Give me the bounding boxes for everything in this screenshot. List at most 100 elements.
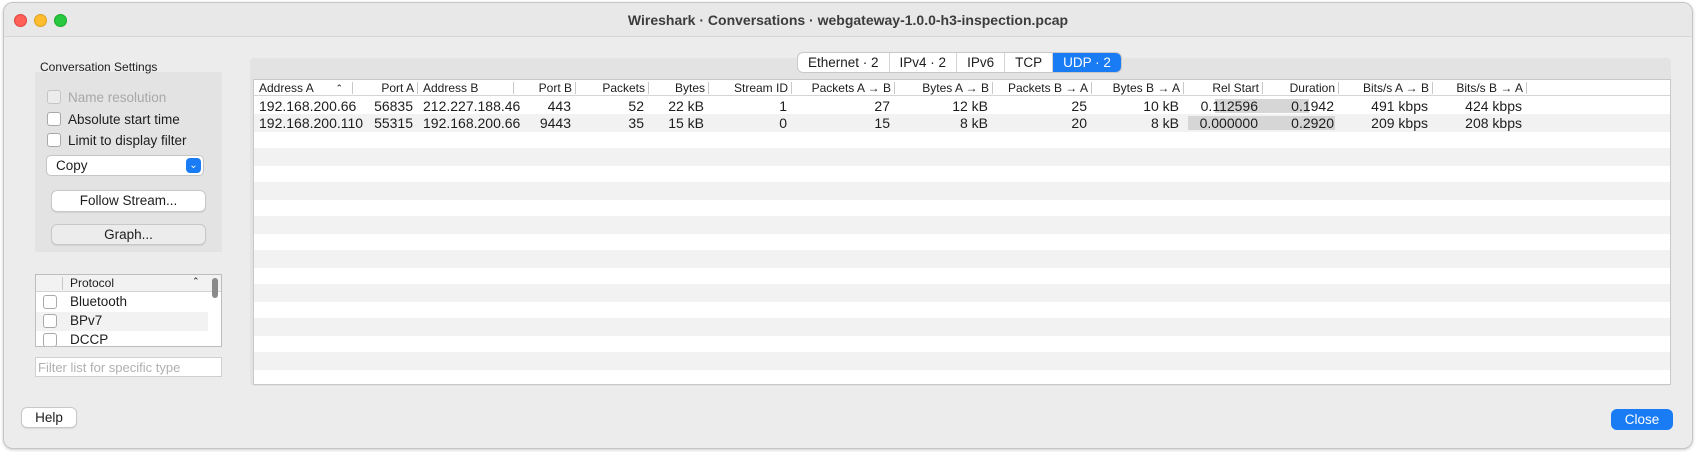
column-header-bits-per-sec-a-b[interactable]: Bits/s A → B <box>1339 80 1433 96</box>
table-row[interactable]: 192.168.200.110 55315 192.168.200.66 9443 35… <box>254 114 1670 132</box>
column-header-label: Bytes A → B <box>922 81 989 95</box>
table-row[interactable]: 192.168.200.66 56835 212.227.188.46 443 52 22… <box>254 97 1670 115</box>
column-divider <box>1526 82 1527 94</box>
limit-to-display-filter-option[interactable]: Limit to display filter <box>47 131 187 149</box>
protocol-checkbox[interactable] <box>43 295 57 309</box>
empty-row <box>254 233 1670 251</box>
column-header-port-b[interactable]: Port B <box>514 80 576 96</box>
column-header-address-b[interactable]: Address B <box>418 80 514 96</box>
protocol-list-header[interactable]: Protocol ⌃ <box>36 275 221 292</box>
cell-port-b: 443 <box>547 98 571 114</box>
close-button[interactable]: Close <box>1611 409 1673 430</box>
column-header-stream-id[interactable]: Stream ID <box>709 80 792 96</box>
cell-port-b: 9443 <box>539 115 571 131</box>
tab-udp[interactable]: UDP · 2 <box>1053 53 1121 72</box>
empty-row <box>254 352 1670 370</box>
cell-stream-id: 1 <box>779 98 787 114</box>
cell-bits-per-sec-b-a: 208 kbps <box>1465 115 1522 131</box>
cell-packets-a-b: 15 <box>874 115 890 131</box>
column-header-packets-b-a[interactable]: Packets B → A <box>993 80 1092 96</box>
column-header-label: Port B <box>538 81 572 95</box>
protocol-label: Bluetooth <box>70 294 128 309</box>
sort-ascending-icon: ⌃ <box>192 276 200 286</box>
protocol-checkbox[interactable] <box>43 314 57 328</box>
cell-rel-start: 0.112596 <box>1200 98 1258 114</box>
empty-row <box>254 335 1670 353</box>
cell-port-a: 55315 <box>374 115 413 131</box>
cell-address-a: 192.168.200.66 <box>259 98 357 114</box>
cell-packets-b-a: 25 <box>1071 98 1087 114</box>
cell-bytes-a-b: 8 kB <box>959 115 988 131</box>
tab-ethernet[interactable]: Ethernet · 2 <box>798 53 890 72</box>
cell-rel-start: 0.000000 <box>1199 115 1258 131</box>
tab-ipv6[interactable]: IPv6 <box>957 53 1006 72</box>
help-button[interactable]: Help <box>21 407 77 428</box>
protocol-item-dccp[interactable]: DCCP <box>36 331 208 346</box>
absolute-start-time-option[interactable]: Absolute start time <box>47 110 180 128</box>
column-header-bytes[interactable]: Bytes <box>649 80 709 96</box>
protocol-item-bluetooth[interactable]: Bluetooth <box>36 293 208 312</box>
empty-row <box>254 165 1670 183</box>
protocol-column-label: Protocol <box>70 276 115 290</box>
empty-row <box>254 250 1670 268</box>
empty-row <box>254 301 1670 319</box>
cell-bytes-b-a: 10 kB <box>1143 98 1179 114</box>
empty-row <box>254 216 1670 234</box>
column-header-label: Packets A → B <box>811 81 891 95</box>
follow-stream-button[interactable]: Follow Stream... <box>51 190 206 212</box>
cell-duration: 0.1942 <box>1291 98 1334 114</box>
protocol-list: Protocol ⌃ Bluetooth BPv7 DCCP <box>35 274 222 347</box>
name-resolution-label: Name resolution <box>68 89 167 105</box>
protocol-list-scrollbar[interactable] <box>212 278 218 298</box>
empty-row <box>254 318 1670 336</box>
column-header-rel-start[interactable]: Rel Start <box>1184 80 1263 96</box>
column-header-label: Bits/s B → A <box>1456 81 1523 95</box>
cell-address-a: 192.168.200.110 <box>259 115 364 131</box>
column-header-label: Bits/s A → B <box>1362 81 1429 95</box>
name-resolution-option: Name resolution <box>47 88 166 106</box>
cell-bits-per-sec-a-b: 491 kbps <box>1371 98 1428 114</box>
name-resolution-checkbox <box>47 90 61 104</box>
graph-button[interactable]: Graph... <box>51 224 206 245</box>
tab-ipv4[interactable]: IPv4 · 2 <box>890 53 958 72</box>
protocol-label: BPv7 <box>70 313 103 328</box>
column-header-bytes-b-a[interactable]: Bytes B → A <box>1092 80 1184 96</box>
protocol-checkbox[interactable] <box>43 333 57 346</box>
column-header-label: Packets B → A <box>1007 81 1088 95</box>
cell-stream-id: 0 <box>779 115 787 131</box>
protocol-filter-input[interactable] <box>35 357 222 377</box>
column-header-port-a[interactable]: Port A <box>353 80 418 96</box>
cell-address-b: 212.227.188.46 <box>423 98 521 114</box>
column-header-address-a[interactable]: Address A ⌃ <box>254 80 353 96</box>
cell-bytes-b-a: 8 kB <box>1150 115 1179 131</box>
sort-ascending-icon: ⌃ <box>335 83 343 93</box>
empty-row <box>254 199 1670 217</box>
conversations-table: Address A ⌃ Port A Address B Port B Packets By… <box>253 79 1671 385</box>
column-header-packets[interactable]: Packets <box>576 80 649 96</box>
column-header-packets-a-b[interactable]: Packets A → B <box>792 80 895 96</box>
copy-select-value: Copy <box>56 158 88 173</box>
column-header-label: Stream ID <box>733 81 788 95</box>
cell-bytes-a-b: 12 kB <box>952 98 988 114</box>
column-header-label: Bytes B → A <box>1112 81 1180 95</box>
column-header-bytes-a-b[interactable]: Bytes A → B <box>895 80 993 96</box>
cell-address-b: 192.168.200.66 <box>423 115 521 131</box>
column-header-duration[interactable]: Duration <box>1263 80 1339 96</box>
empty-row <box>254 131 1670 149</box>
tab-tcp[interactable]: TCP <box>1005 53 1054 72</box>
cell-bytes: 22 kB <box>668 98 704 114</box>
title-bar: Wireshark · Conversations · webgateway-1… <box>4 3 1692 37</box>
column-header-label: Port A <box>381 81 414 95</box>
cell-packets-a-b: 27 <box>874 98 890 114</box>
limit-to-display-filter-label: Limit to display filter <box>68 132 187 148</box>
cell-port-a: 56835 <box>374 98 413 114</box>
copy-select[interactable]: Copy ⌄ <box>46 155 204 176</box>
column-header-label: Bytes <box>674 81 705 95</box>
limit-to-display-filter-checkbox[interactable] <box>47 133 61 147</box>
column-header-label: Rel Start <box>1212 81 1259 95</box>
column-header-bits-per-sec-b-a[interactable]: Bits/s B → A <box>1433 80 1527 96</box>
protocol-item-bpv7[interactable]: BPv7 <box>36 312 208 331</box>
conversation-type-tabs: Ethernet · 2 IPv4 · 2 IPv6 TCP UDP · 2 <box>797 52 1122 73</box>
empty-row <box>254 148 1670 166</box>
absolute-start-time-checkbox[interactable] <box>47 112 61 126</box>
